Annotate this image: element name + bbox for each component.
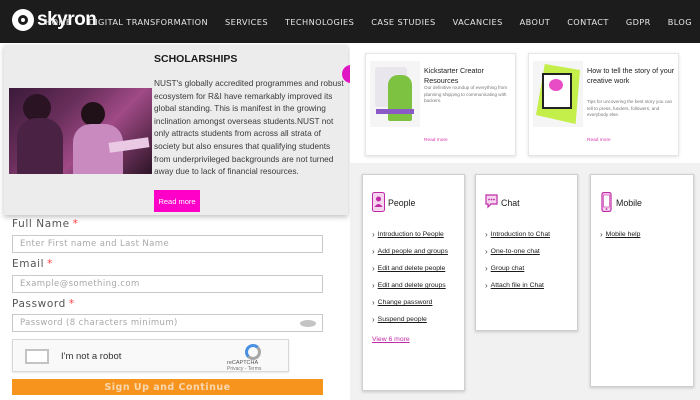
- password-placeholder: Password (8 characters minimum): [20, 318, 178, 328]
- password-input[interactable]: Password (8 characters minimum): [12, 314, 323, 332]
- email-label: Email *: [12, 258, 53, 270]
- scholarship-image: [9, 88, 152, 174]
- help-card-title: People: [388, 198, 416, 208]
- recaptcha-label: I'm not a robot: [61, 351, 122, 362]
- chat-bubble-icon: [485, 194, 498, 209]
- resource-description: Our definitive roundup of everything fro…: [424, 85, 508, 104]
- recaptcha-logo-icon: [241, 344, 265, 360]
- people-icon: [372, 192, 385, 212]
- help-card-title: Mobile: [616, 198, 642, 208]
- help-link[interactable]: Edit and delete groups: [372, 277, 448, 294]
- help-link[interactable]: Add people and groups: [372, 243, 448, 260]
- nav-case-studies[interactable]: CASE STUDIES: [371, 17, 435, 27]
- scholarship-title: SCHOLARSHIPS: [154, 53, 238, 65]
- resource-illustration: [533, 61, 583, 127]
- help-card-people: People Introduction to People Add people…: [362, 174, 465, 391]
- resource-read-more-link[interactable]: Read more: [587, 138, 611, 143]
- help-link[interactable]: Group chat: [485, 260, 550, 277]
- resource-read-more-link[interactable]: Read more: [424, 138, 448, 143]
- main-menu: HOME DIGITAL TRANSFORMATION SERVICES TEC…: [28, 0, 692, 43]
- help-link[interactable]: Edit and delete people: [372, 260, 448, 277]
- resource-illustration: [370, 61, 420, 127]
- scholarship-body: NUST's globally accredited programmes an…: [154, 78, 344, 177]
- resource-title[interactable]: How to tell the story of your creative w…: [587, 66, 677, 86]
- nav-gdpr[interactable]: GDPR: [626, 17, 651, 27]
- top-navigation: skyron HOME DIGITAL TRANSFORMATION SERVI…: [0, 0, 700, 43]
- help-link[interactable]: One-to-one chat: [485, 243, 550, 260]
- mobile-phone-icon: [601, 192, 612, 212]
- nav-blog[interactable]: BLOG: [668, 17, 692, 27]
- resource-title[interactable]: Kickstarter Creator Resources: [424, 66, 514, 86]
- help-link[interactable]: Attach file in Chat: [485, 277, 550, 294]
- nav-vacancies[interactable]: VACANCIES: [453, 17, 503, 27]
- help-card-mobile: Mobile Mobile help: [590, 174, 694, 387]
- nav-about[interactable]: ABOUT: [520, 17, 551, 27]
- email-placeholder: Example@something.com: [20, 279, 140, 289]
- help-link-list: Introduction to People Add people and gr…: [372, 226, 448, 328]
- nav-services[interactable]: SERVICES: [225, 17, 268, 27]
- help-link[interactable]: Suspend people: [372, 311, 448, 328]
- nav-technologies[interactable]: TECHNOLOGIES: [285, 17, 354, 27]
- help-card-chat: Chat Introduction to Chat One-to-one cha…: [475, 174, 578, 331]
- email-input[interactable]: Example@something.com: [12, 275, 323, 293]
- recaptcha-terms-link[interactable]: Privacy - Terms: [227, 366, 261, 372]
- resources-strip: Kickstarter Creator Resources Our defini…: [350, 43, 700, 163]
- help-link[interactable]: Mobile help: [600, 226, 641, 243]
- help-link-list: Introduction to Chat One-to-one chat Gro…: [485, 226, 550, 294]
- full-name-placeholder: Enter First name and Last Name: [20, 239, 170, 249]
- show-password-icon[interactable]: [300, 320, 316, 327]
- recaptcha-checkbox[interactable]: [25, 349, 49, 364]
- recaptcha-widget: I'm not a robot reCAPTCHA Privacy - Term…: [12, 339, 289, 372]
- help-card-title: Chat: [501, 198, 520, 208]
- help-link[interactable]: Change password: [372, 294, 448, 311]
- help-link-list: Mobile help: [600, 226, 641, 243]
- nav-contact[interactable]: CONTACT: [567, 17, 609, 27]
- resource-card[interactable]: Kickstarter Creator Resources Our defini…: [365, 53, 516, 156]
- signup-continue-button[interactable]: Sign Up and Continue: [12, 379, 323, 395]
- resource-description: Tips for uncovering the best story you c…: [587, 99, 673, 118]
- resource-card[interactable]: How to tell the story of your creative w…: [528, 53, 679, 156]
- full-name-input[interactable]: Enter First name and Last Name: [12, 235, 323, 253]
- nav-home[interactable]: HOME: [45, 17, 71, 27]
- password-label: Password *: [12, 298, 75, 310]
- full-name-label: Full Name *: [12, 218, 79, 230]
- right-pane: Kickstarter Creator Resources Our defini…: [350, 43, 700, 400]
- scholarship-card: SCHOLARSHIPS NUST's globally accredited …: [4, 45, 348, 215]
- help-link[interactable]: Introduction to People: [372, 226, 448, 243]
- view-more-link[interactable]: View 6 more: [372, 336, 410, 343]
- help-link[interactable]: Introduction to Chat: [485, 226, 550, 243]
- nav-digital-transformation[interactable]: DIGITAL TRANSFORMATION: [88, 17, 208, 27]
- read-more-button[interactable]: Read more: [154, 190, 200, 212]
